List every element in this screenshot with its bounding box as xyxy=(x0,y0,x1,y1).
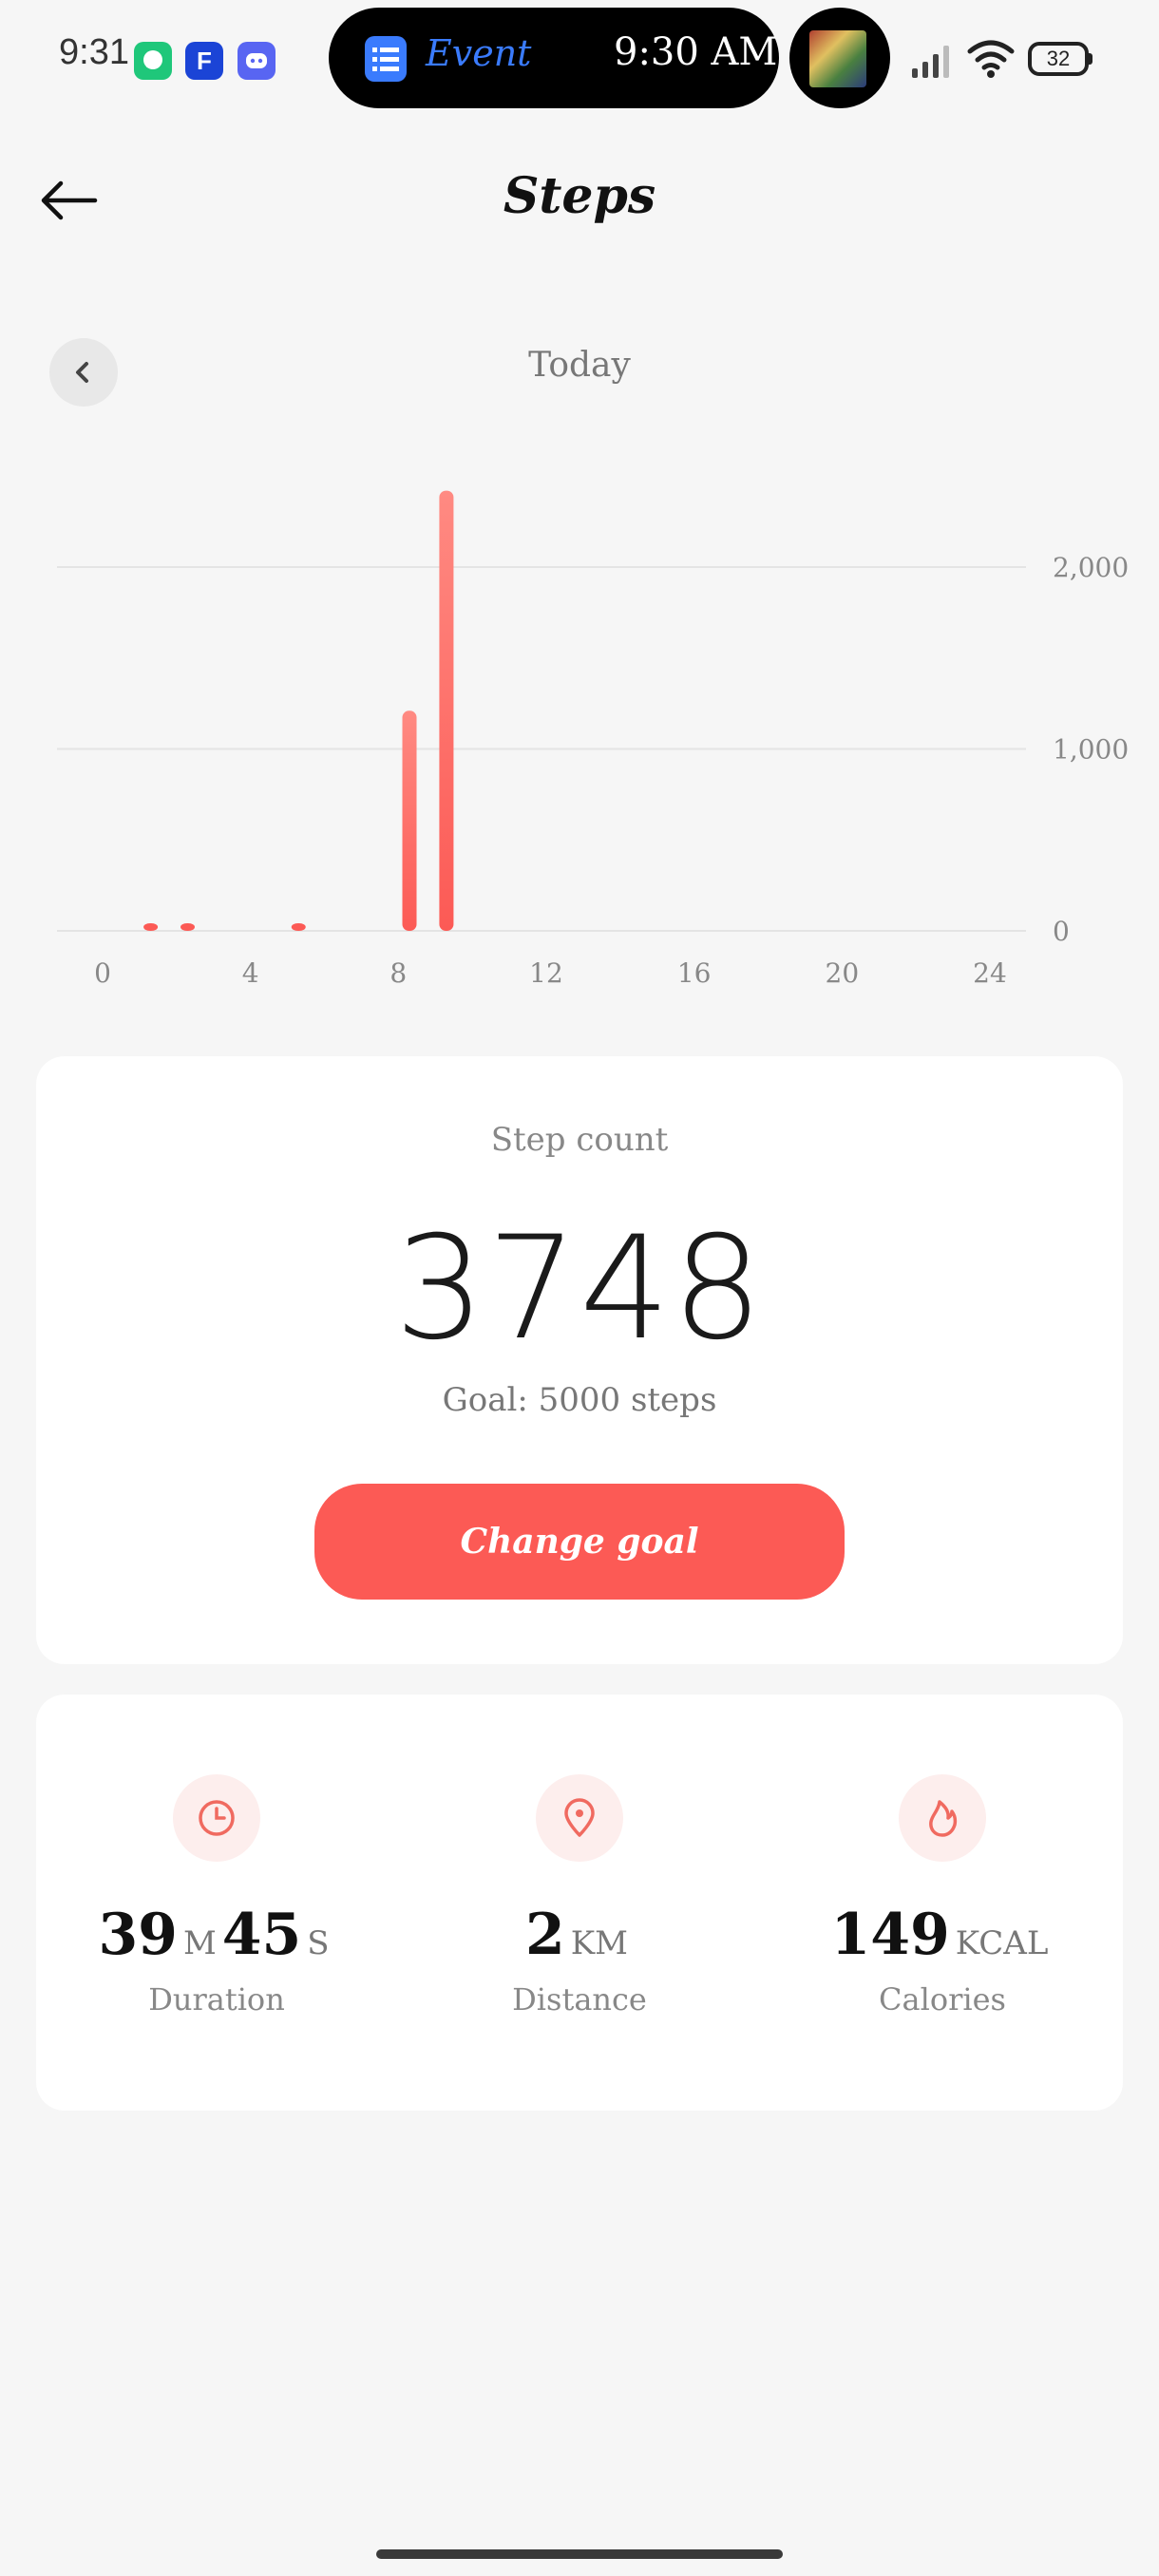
y-tick-label: 2,000 xyxy=(1053,552,1129,583)
step-count-value: 3748 xyxy=(394,1206,765,1372)
event-label: Event xyxy=(426,32,532,74)
signal-icon xyxy=(912,46,949,78)
goal-text: Goal: 5000 steps xyxy=(442,1381,717,1419)
step-count-label: Step count xyxy=(490,1121,669,1159)
chat-app-icon xyxy=(134,42,172,80)
home-indicator[interactable] xyxy=(376,2549,783,2559)
chart-bar[interactable] xyxy=(180,923,196,931)
battery-icon: 32 xyxy=(1028,42,1089,76)
x-tick-label: 4 xyxy=(242,957,259,989)
duration-label: Duration xyxy=(148,1981,285,2017)
event-list-icon xyxy=(365,36,407,82)
chart-bar[interactable] xyxy=(439,490,454,931)
calories-label: Calories xyxy=(879,1981,1006,2017)
duration-metric: 39 M 45 S Duration xyxy=(36,1774,397,2017)
period-label: Today xyxy=(528,346,631,385)
event-time: 9:30 AM xyxy=(614,30,778,74)
avatar xyxy=(809,30,866,87)
f-app-icon: F xyxy=(185,42,223,80)
duration-value: 39 M 45 S xyxy=(98,1902,330,1968)
distance-value: 2 KM xyxy=(525,1902,628,1968)
chart-bar[interactable] xyxy=(402,710,417,931)
status-time: 9:31 xyxy=(59,32,129,72)
x-tick-label: 8 xyxy=(390,957,407,989)
distance-label: Distance xyxy=(512,1981,647,2017)
chart-bar[interactable] xyxy=(143,923,159,931)
change-goal-button[interactable]: Change goal xyxy=(314,1484,845,1600)
x-tick-label: 20 xyxy=(826,957,860,989)
clock-icon xyxy=(173,1774,260,1862)
page-title: Steps xyxy=(503,167,656,225)
chart-bar[interactable] xyxy=(291,923,306,931)
x-tick-label: 12 xyxy=(529,957,563,989)
flame-icon xyxy=(899,1774,986,1862)
x-tick-label: 24 xyxy=(973,957,1007,989)
calories-metric: 149 KCAL Calories xyxy=(762,1774,1123,2017)
x-tick-label: 0 xyxy=(94,957,111,989)
wifi-icon xyxy=(967,40,1015,78)
distance-metric: 2 KM Distance xyxy=(399,1774,760,2017)
x-tick-label: 16 xyxy=(677,957,712,989)
y-tick-label: 1,000 xyxy=(1053,734,1129,766)
location-pin-icon xyxy=(536,1774,623,1862)
discord-icon xyxy=(238,42,276,80)
battery-tip xyxy=(1087,53,1092,65)
y-tick-label: 0 xyxy=(1053,916,1070,947)
calories-value: 149 KCAL xyxy=(830,1902,1049,1968)
steps-bar-chart: 0 1,000 2,000 0 4 8 12 16 20 24 xyxy=(57,490,1129,989)
